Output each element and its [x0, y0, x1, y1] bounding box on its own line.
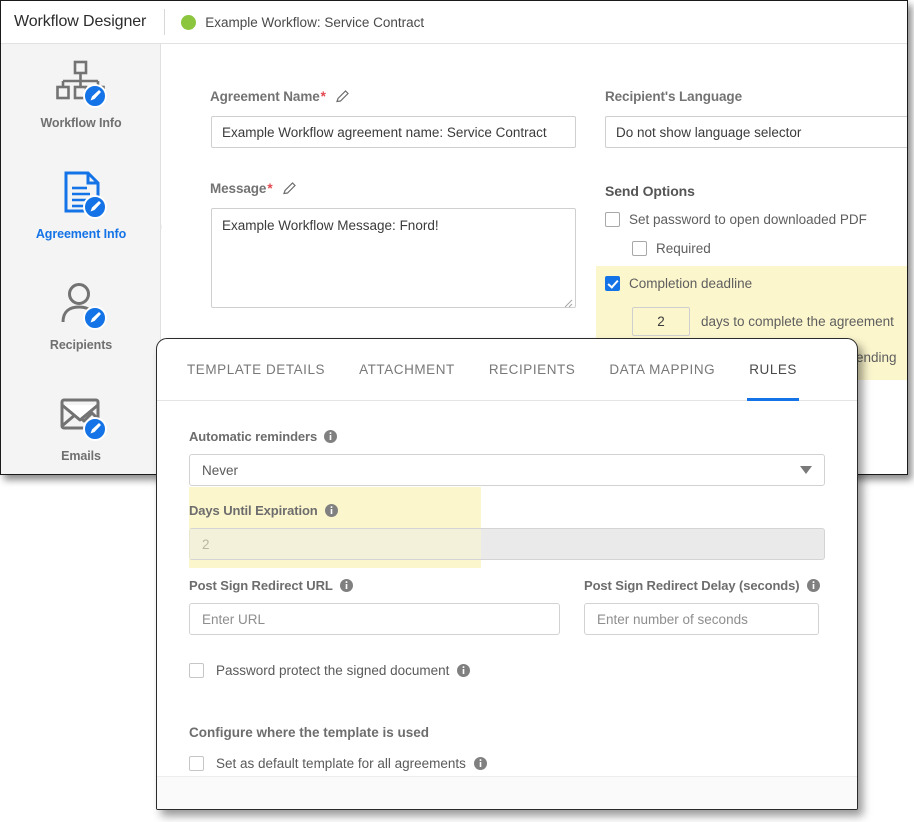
message-label: Message *	[210, 181, 297, 196]
tab-recipients[interactable]: RECIPIENTS	[489, 339, 576, 401]
password-protect-checkbox[interactable]	[189, 663, 204, 678]
status-dot-icon	[181, 14, 197, 30]
info-icon[interactable]	[806, 579, 820, 592]
agreement-name-input[interactable]	[211, 116, 576, 148]
set-password-checkbox-row[interactable]: Set password to open downloaded PDF	[605, 212, 867, 227]
post-sign-redirect-url-label-text: Post Sign Redirect URL	[189, 578, 333, 593]
set-default-template-checkbox-row[interactable]: Set as default template for all agreemen…	[189, 756, 487, 771]
sidebar-item-agreement-info[interactable]: Agreement Info	[1, 169, 161, 241]
set-default-template-checkbox[interactable]	[189, 756, 204, 771]
set-password-checkbox[interactable]	[605, 212, 620, 227]
automatic-reminders-label-text: Automatic reminders	[189, 429, 318, 444]
automatic-reminders-label: Automatic reminders	[189, 429, 338, 444]
recipients-language-select[interactable]	[605, 116, 907, 148]
post-sign-redirect-delay-label-text: Post Sign Redirect Delay (seconds)	[584, 578, 800, 593]
person-edit-icon	[1, 280, 161, 332]
recipients-language-label: Recipient's Language	[605, 89, 742, 104]
agreement-name-label-text: Agreement Name	[210, 89, 320, 104]
sitemap-edit-icon	[1, 58, 161, 110]
days-until-expiration-label-text: Days Until Expiration	[189, 503, 318, 518]
set-password-label: Set password to open downloaded PDF	[629, 212, 867, 227]
post-sign-redirect-delay-input[interactable]	[584, 603, 819, 635]
pencil-icon[interactable]	[282, 181, 297, 196]
required-marker: *	[267, 181, 273, 196]
set-default-template-label: Set as default template for all agreemen…	[216, 756, 466, 771]
info-icon[interactable]	[324, 504, 338, 517]
post-sign-redirect-delay-label: Post Sign Redirect Delay (seconds)	[584, 578, 820, 593]
sidebar-item-label: Recipients	[49, 338, 113, 352]
info-icon[interactable]	[339, 579, 353, 592]
days-until-expiration-value: 2	[202, 536, 210, 552]
post-sign-redirect-url-input[interactable]	[189, 603, 560, 635]
automatic-reminders-select[interactable]: Never	[189, 454, 825, 486]
automatic-reminders-value: Never	[202, 462, 239, 478]
required-checkbox-row[interactable]: Required	[632, 241, 711, 256]
chevron-down-icon	[800, 466, 812, 474]
sidebar: Workflow Info Agreement Info Recipients …	[1, 44, 172, 474]
message-label-text: Message	[210, 181, 267, 196]
days-until-expiration-input[interactable]: 2	[189, 528, 825, 560]
sidebar-item-label: Emails	[61, 449, 101, 463]
password-protect-label: Password protect the signed document	[216, 663, 450, 678]
password-protect-checkbox-row[interactable]: Password protect the signed document	[189, 663, 471, 678]
dialog-footer	[157, 776, 857, 809]
obscured-text-fragment: ending	[856, 350, 897, 365]
info-icon[interactable]	[473, 757, 487, 770]
screenshot-root: Workflow Designer Example Workflow: Serv…	[0, 0, 914, 822]
info-icon[interactable]	[324, 430, 338, 443]
message-textarea[interactable]	[211, 208, 576, 308]
required-marker: *	[320, 89, 326, 104]
tab-data-mapping[interactable]: DATA MAPPING	[609, 339, 715, 401]
message-field-wrap	[211, 208, 576, 308]
sidebar-item-label: Agreement Info	[35, 227, 127, 241]
tab-template-details[interactable]: TEMPLATE DETAILS	[187, 339, 325, 401]
tab-attachment[interactable]: ATTACHMENT	[359, 339, 455, 401]
send-options-title: Send Options	[605, 183, 695, 199]
required-label: Required	[656, 241, 711, 256]
completion-deadline-checkbox-row[interactable]: Completion deadline	[605, 276, 752, 291]
rules-tab-panel: Automatic reminders Never Days Until Exp…	[157, 401, 857, 809]
days-until-expiration-label: Days Until Expiration	[189, 503, 338, 518]
required-checkbox[interactable]	[632, 241, 647, 256]
completion-deadline-label: Completion deadline	[629, 276, 753, 291]
template-settings-dialog: TEMPLATE DETAILS ATTACHMENT RECIPIENTS D…	[156, 338, 858, 810]
configure-template-heading: Configure where the template is used	[189, 725, 430, 740]
pencil-icon[interactable]	[335, 89, 350, 104]
mail-image-edit-icon	[1, 391, 161, 443]
dialog-tabs: TEMPLATE DETAILS ATTACHMENT RECIPIENTS D…	[157, 339, 857, 401]
sidebar-item-emails[interactable]: Emails	[1, 391, 161, 463]
completion-deadline-days-input[interactable]	[632, 307, 690, 336]
sidebar-item-label: Workflow Info	[40, 116, 122, 130]
workflow-name-label: Example Workflow: Service Contract	[205, 14, 425, 30]
document-edit-icon	[1, 169, 161, 221]
sidebar-item-workflow-info[interactable]: Workflow Info	[1, 58, 161, 130]
completion-deadline-checkbox[interactable]	[605, 276, 620, 291]
completion-deadline-suffix: days to complete the agreement	[701, 314, 894, 329]
sidebar-item-recipients[interactable]: Recipients	[1, 280, 161, 352]
post-sign-redirect-url-label: Post Sign Redirect URL	[189, 578, 353, 593]
info-icon[interactable]	[457, 664, 471, 677]
header-divider	[164, 9, 166, 35]
app-header: Workflow Designer Example Workflow: Serv…	[1, 1, 907, 44]
agreement-name-label: Agreement Name *	[210, 89, 350, 104]
page-title: Workflow Designer	[14, 13, 147, 30]
tab-rules[interactable]: RULES	[747, 339, 799, 401]
